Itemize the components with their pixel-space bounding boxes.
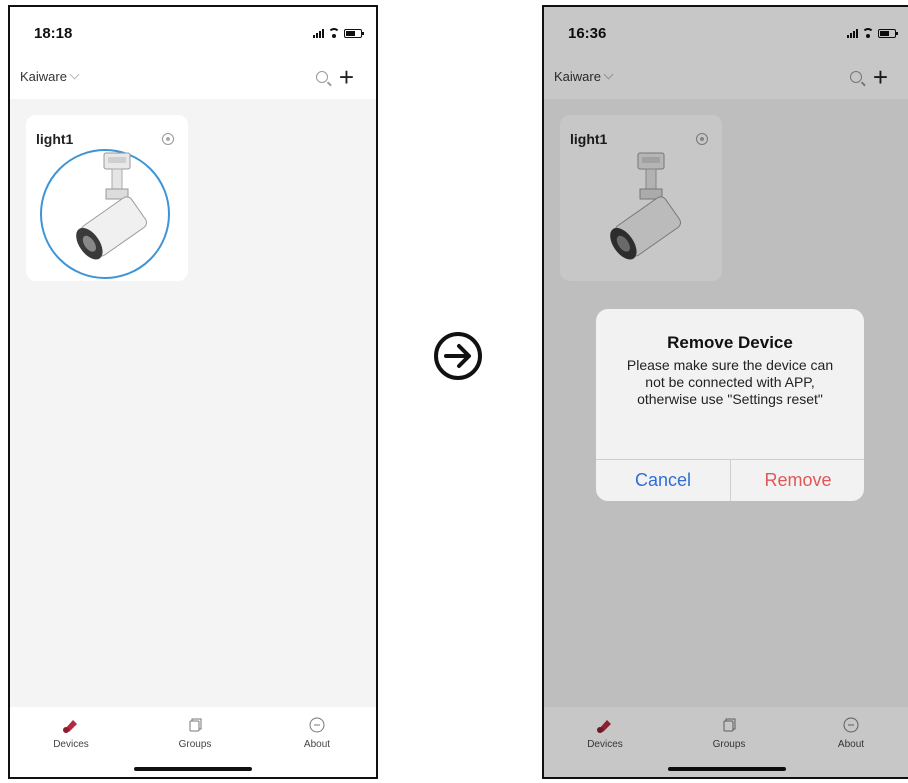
arrow-right-icon xyxy=(434,332,482,380)
dialog-title: Remove Device xyxy=(667,333,793,352)
chevron-down-icon xyxy=(69,69,80,80)
wifi-icon xyxy=(328,28,340,38)
signal-icon xyxy=(313,28,324,38)
home-indicator xyxy=(134,767,252,771)
remove-device-dialog: Remove Device Please make sure the devic… xyxy=(596,309,864,501)
home-name: Kaiware xyxy=(20,69,67,84)
track-light-image xyxy=(76,152,147,260)
tab-groups[interactable]: Groups xyxy=(160,717,230,750)
cancel-button[interactable]: Cancel xyxy=(596,460,730,501)
tab-bar: Devices Groups About xyxy=(10,707,376,777)
device-name: light1 xyxy=(36,131,74,147)
battery-icon xyxy=(344,28,364,38)
status-time: 18:18 xyxy=(34,25,73,42)
tab-devices[interactable]: Devices xyxy=(36,717,106,750)
home-selector[interactable]: Kaiware xyxy=(20,69,80,84)
app-bar: Kaiware + xyxy=(10,59,376,99)
add-icon[interactable]: + xyxy=(339,64,354,90)
dialog-message: Please make sure the device can not be c… xyxy=(626,357,834,407)
device-settings-icon[interactable] xyxy=(162,133,174,145)
tab-about[interactable]: About xyxy=(282,717,352,750)
tab-label: Groups xyxy=(178,739,212,750)
about-icon xyxy=(309,717,325,733)
phone-screen-after: 16:36 Kaiware + light1 Devices Groups Ab… xyxy=(542,5,908,779)
device-card[interactable]: light1 xyxy=(26,115,188,281)
tab-label: About xyxy=(303,739,331,750)
devices-icon xyxy=(63,720,77,733)
groups-icon xyxy=(189,718,202,732)
status-bar: 18:18 xyxy=(10,7,376,59)
tab-label: Devices xyxy=(53,739,89,750)
remove-button[interactable]: Remove xyxy=(731,460,864,501)
status-icons xyxy=(313,27,364,39)
phone-screen-before: 18:18 Kaiware + light1 Devices Groups Ab… xyxy=(8,5,378,779)
search-icon[interactable] xyxy=(316,71,328,83)
